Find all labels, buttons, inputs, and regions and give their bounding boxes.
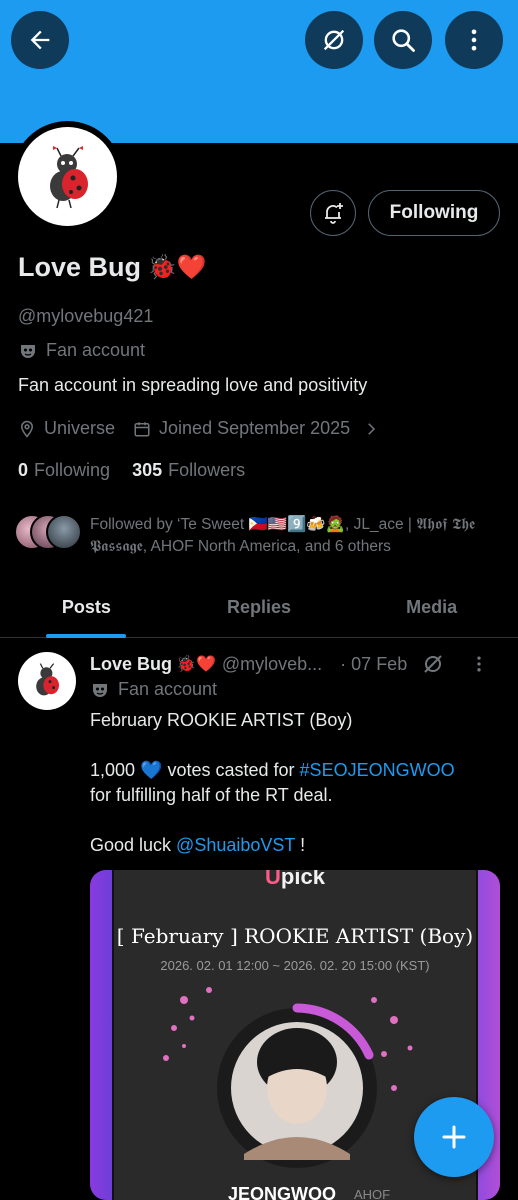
tab-posts[interactable]: Posts (0, 578, 173, 638)
location-icon (20, 420, 34, 438)
post-line-4-pre: Good luck (90, 835, 177, 855)
post-line-2: 1,000 💙 votes casted for #SEOJEONGWOO (90, 758, 500, 783)
back-button[interactable] (11, 11, 69, 69)
follow-counts: 0 Following 305 Followers (18, 460, 245, 481)
mask-icon (21, 344, 35, 358)
mention-link[interactable]: @ShuaiboVST (176, 835, 295, 855)
post-author-name[interactable]: Love Bug 🐞❤️ (90, 654, 216, 675)
grok-icon (323, 29, 345, 51)
active-tab-indicator (46, 634, 127, 638)
followed-by-text: Followed by ‘Te Sweet 🇵🇭🇺🇸9️⃣🍻🧟, JL_ace … (90, 516, 476, 555)
profile-tabs: Posts Replies Media (0, 578, 518, 638)
plus-icon (442, 1125, 466, 1149)
profile-name-emojis: 🐞❤️ (147, 254, 207, 281)
media-artist-sub: AHOF (354, 1187, 391, 1200)
tab-replies[interactable]: Replies (173, 578, 346, 637)
calendar-icon (134, 421, 150, 436)
arrow-left-icon (30, 30, 50, 50)
post-account-label-text: Fan account (118, 679, 218, 699)
compose-button[interactable] (414, 1097, 494, 1177)
media-brand: Upick (114, 870, 476, 890)
following-count-link[interactable]: 0 Following (18, 460, 110, 481)
post-account-label: Fan account (90, 679, 217, 700)
post-author-avatar[interactable] (18, 652, 76, 710)
tab-media[interactable]: Media (345, 578, 518, 637)
followers-count: 305 (132, 460, 163, 480)
chevron-right-icon[interactable] (362, 420, 380, 438)
profile-name-text: Love Bug (18, 252, 142, 282)
followers-count-link[interactable]: 305 Followers (132, 460, 245, 481)
followed-by-section[interactable]: Followed by ‘Te Sweet 🇵🇭🇺🇸9️⃣🍻🧟, JL_ace … (14, 514, 504, 558)
post-author-emojis: 🐞❤️ (176, 656, 216, 673)
media-brand-initial: U (265, 870, 281, 889)
media-brand-rest: pick (280, 870, 325, 889)
followers-label: Followers (168, 460, 246, 480)
search-button[interactable] (374, 11, 432, 69)
following-label: Following (34, 460, 111, 480)
post-line-4-post: ! (295, 835, 306, 855)
bell-plus-icon (325, 203, 343, 224)
joined-text: Joined September 2025 (159, 418, 351, 438)
post-text: February ROOKIE ARTIST (Boy) 1,000 💙 vot… (90, 708, 500, 858)
profile-meta: Universe Joined September 2025 (18, 418, 380, 439)
tab-media-label: Media (406, 597, 458, 617)
post-line-2-post: votes casted for (162, 760, 300, 780)
ladybug-avatar-image (36, 663, 59, 696)
blue-heart-emoji: 💙 (140, 760, 163, 780)
search-icon (392, 29, 415, 52)
account-label-text: Fan account (46, 340, 146, 360)
ladybug-avatar-image (18, 127, 117, 226)
post-author-handle: @myloveb... (221, 653, 323, 674)
profile-handle: @mylovebug421 (18, 306, 154, 326)
following-count: 0 (18, 460, 29, 480)
more-vertical-icon (471, 29, 477, 51)
post-header: Love Bug 🐞❤️ @myloveb... · 07 Feb (90, 652, 500, 676)
account-label: Fan account (18, 340, 145, 361)
media-title: [ February ] ROOKIE ARTIST (Boy) (116, 924, 474, 948)
media-artist-name: JEONGWOO (228, 1184, 337, 1200)
tab-posts-label: Posts (61, 597, 111, 617)
grok-icon[interactable] (421, 652, 445, 676)
mask-icon (93, 683, 107, 697)
following-button[interactable]: Following (368, 190, 500, 236)
post-line-2-pre: 1,000 (90, 760, 141, 780)
profile-avatar[interactable] (12, 121, 123, 232)
hashtag-link[interactable]: #SEOJEONGWOO (300, 760, 455, 780)
post-line-4: Good luck @ShuaiboVST ! (90, 833, 500, 858)
notifications-button[interactable] (310, 190, 356, 236)
post-author-name-text: Love Bug (90, 653, 173, 674)
profile-name: Love Bug 🐞❤️ (18, 252, 207, 283)
followed-by-avatars (14, 514, 82, 550)
location-text: Universe (44, 418, 116, 438)
post-date[interactable]: · 07 Feb (340, 654, 407, 675)
profile-bio: Fan account in spreading love and positi… (18, 375, 368, 395)
tab-replies-label: Replies (226, 597, 292, 617)
post-line-3: for fulfilling half of the RT deal. (90, 785, 333, 805)
follower-avatar (46, 514, 82, 550)
grok-button[interactable] (305, 11, 363, 69)
post-line-1: February ROOKIE ARTIST (Boy) (90, 710, 353, 730)
more-vertical-icon[interactable] (469, 654, 489, 674)
more-button[interactable] (445, 11, 503, 69)
